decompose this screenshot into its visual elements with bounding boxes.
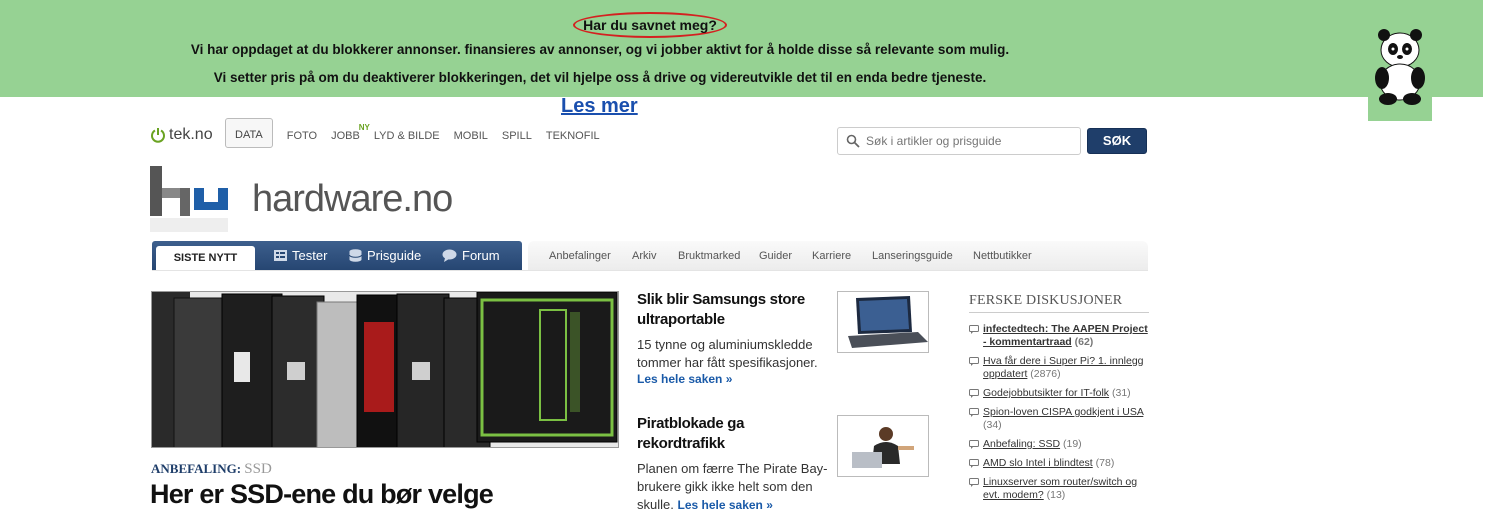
chat-bubble-icon [442, 249, 457, 262]
forum-count: (78) [1095, 457, 1115, 469]
link-arkiv[interactable]: Arkiv [632, 250, 656, 262]
comment-icon [969, 389, 979, 398]
list-item[interactable]: Linuxserver som router/switch og evt. mo… [969, 476, 1151, 502]
tab-forum[interactable]: Forum [442, 241, 500, 270]
article-title[interactable]: Slik blir Samsungs store ultraportable [637, 290, 827, 330]
forum-title[interactable]: Hva får dere i Super Pi? 1. innlegg oppd… [983, 355, 1144, 380]
tab-tester-label: Tester [292, 248, 328, 263]
power-icon [151, 128, 165, 143]
forum-title[interactable]: Godejobbutsikter for IT-folk [983, 387, 1109, 399]
database-icon [349, 249, 362, 262]
forum-count: (19) [1062, 438, 1082, 450]
banner-title: Har du savnet meg? [573, 12, 727, 38]
list-item[interactable]: Godejobbutsikter for IT-folk (31) [969, 387, 1151, 400]
nav-teknofil[interactable]: TEKNOFIL [546, 130, 600, 148]
sub-nav: Anbefalinger Arkiv Bruktmarked Guider Ka… [528, 241, 1148, 271]
feature-category[interactable]: ANBEFALING: SSD [151, 461, 272, 478]
category-label: ANBEFALING: [151, 461, 242, 476]
tab-prisguide[interactable]: Prisguide [349, 241, 421, 270]
read-more-link[interactable]: Les hele saken » [637, 372, 827, 386]
adblock-banner: Har du savnet meg? Vi har oppdaget at du… [0, 0, 1483, 97]
search-button[interactable]: SØK [1087, 128, 1147, 154]
list-item[interactable]: infectedtech: The AAPEN Project - kommen… [969, 323, 1151, 349]
search-input[interactable] [866, 134, 1066, 148]
feature-image[interactable] [151, 291, 619, 448]
list-item[interactable]: Anbefaling: SSD (19) [969, 438, 1151, 451]
tab-tester[interactable]: Tester [274, 241, 327, 270]
banner-message-1: Vi har oppdaget at du blokkerer annonser… [190, 42, 1010, 57]
tab-forum-label: Forum [462, 248, 500, 263]
forum-count: (31) [1111, 387, 1131, 399]
search-field[interactable] [837, 127, 1081, 155]
article-1: Slik blir Samsungs store ultraportable 1… [637, 290, 827, 386]
panda-icon [1368, 22, 1432, 121]
nav-spill[interactable]: SPILL [502, 130, 532, 148]
comment-icon [969, 357, 979, 366]
new-badge: NY [358, 123, 370, 132]
forum-title[interactable]: Anbefaling: SSD [983, 438, 1060, 450]
link-karriere[interactable]: Karriere [812, 250, 851, 262]
nav-jobb-label: JOBB [331, 130, 360, 142]
tab-siste-nytt[interactable]: SISTE NYTT [156, 246, 255, 270]
tab-prisguide-label: Prisguide [367, 248, 422, 263]
forum-list: infectedtech: The AAPEN Project - kommen… [969, 323, 1151, 508]
nav-foto[interactable]: FOTO [287, 130, 317, 148]
comment-icon [969, 325, 979, 334]
list-item[interactable]: Hva får dere i Super Pi? 1. innlegg oppd… [969, 355, 1151, 381]
read-more-link[interactable]: Les hele saken » [677, 498, 772, 509]
search-icon [846, 134, 860, 148]
article-desc: 15 tynne og aluminiumskledde tommer har … [637, 337, 818, 370]
list-item[interactable]: Spion-loven CISPA godkjent i USA (34) [969, 406, 1151, 432]
comment-icon [969, 440, 979, 449]
link-nettbutikker[interactable]: Nettbutikker [973, 250, 1032, 262]
list-item[interactable]: AMD slo Intel i blindtest (78) [969, 457, 1151, 470]
forum-heading: FERSKE DISKUSJONER [969, 293, 1123, 308]
comment-icon [969, 459, 979, 468]
tek-brand: tek.no [169, 126, 213, 143]
nav-data[interactable]: DATA [225, 118, 273, 148]
link-anbefalinger[interactable]: Anbefalinger [549, 250, 611, 262]
link-lanseringsguide[interactable]: Lanseringsguide [872, 250, 953, 262]
forum-count: (34) [983, 419, 1002, 431]
divider [152, 270, 1148, 271]
site-name: hardware.no [252, 178, 453, 220]
comment-icon [969, 408, 979, 417]
article-thumbnail[interactable] [837, 291, 929, 353]
forum-count: (62) [1074, 336, 1094, 348]
forum-title[interactable]: Spion-loven CISPA godkjent i USA [983, 406, 1143, 418]
subcategory-label: SSD [244, 461, 272, 477]
nav-jobb[interactable]: JOBB NY [331, 123, 370, 148]
nav-mobil[interactable]: MOBIL [454, 130, 488, 148]
article-title[interactable]: Piratblokade ga rekordtrafikk [637, 414, 827, 454]
tester-icon [274, 250, 287, 261]
les-mer-link[interactable]: Les mer [561, 95, 638, 118]
forum-title[interactable]: AMD slo Intel i blindtest [983, 457, 1093, 469]
forum-count: (2876) [1030, 368, 1061, 380]
section-tabs: SISTE NYTT Tester Prisguide Forum [152, 241, 522, 270]
article-2: Piratblokade ga rekordtrafikk Planen om … [637, 414, 828, 509]
forum-count: (13) [1046, 489, 1066, 501]
nav-lyd-bilde[interactable]: LYD & BILDE [374, 130, 440, 148]
link-bruktmarked[interactable]: Bruktmarked [678, 250, 740, 262]
hardware-logo-icon[interactable] [150, 166, 242, 236]
comment-icon [969, 478, 979, 487]
forum-title[interactable]: infectedtech: The AAPEN Project - kommen… [983, 323, 1148, 348]
article-thumbnail[interactable] [837, 415, 929, 477]
feature-headline[interactable]: Her er SSD-ene du bør velge [150, 479, 494, 509]
network-nav: DATA FOTO JOBB NY LYD & BILDE MOBIL SPIL… [225, 118, 614, 148]
banner-message-2: Vi setter pris på om du deaktiverer blok… [213, 70, 987, 85]
tek-logo[interactable]: tek.no [150, 126, 213, 144]
link-guider[interactable]: Guider [759, 250, 792, 262]
divider [969, 312, 1149, 313]
